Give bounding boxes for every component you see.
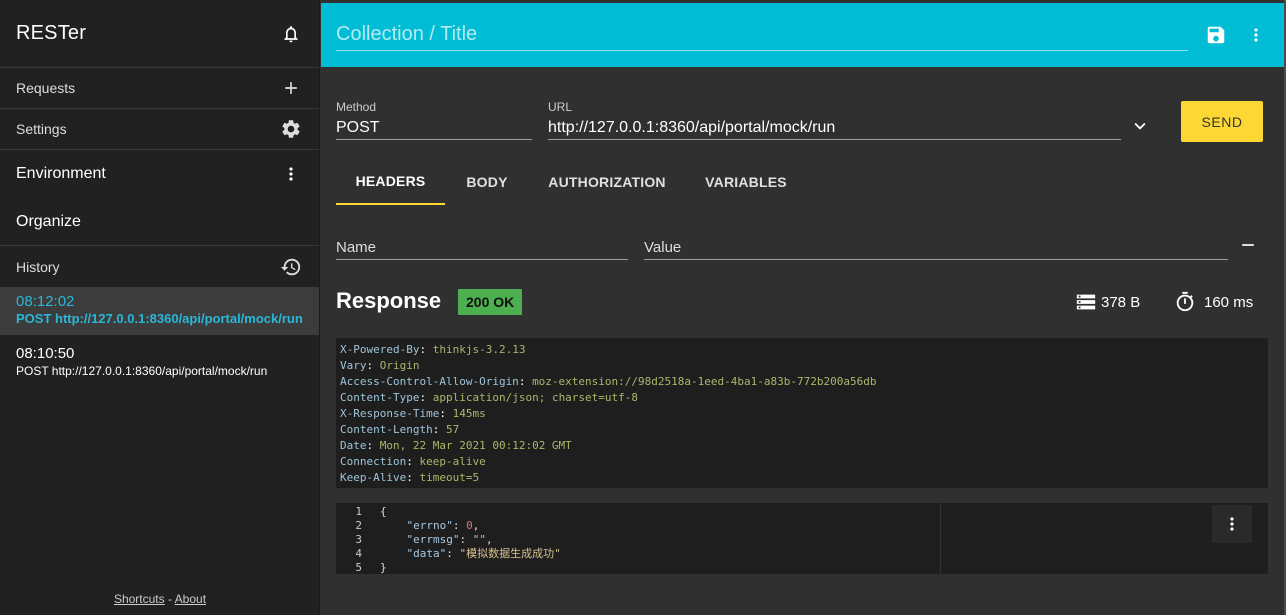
more-vert-icon[interactable] (279, 162, 303, 186)
history-url: POST http://127.0.0.1:8360/api/portal/mo… (16, 311, 303, 326)
sidebar-item-organize[interactable]: Organize (0, 198, 319, 246)
gear-icon[interactable] (279, 117, 303, 141)
add-icon[interactable] (279, 76, 303, 100)
response-headers: X-Powered-By: thinkjs-3.2.13 Vary: Origi… (336, 338, 1268, 488)
body-menu-button[interactable] (1212, 505, 1252, 543)
line-numbers: 1 2 3 4 5 (355, 505, 362, 574)
tab-variables[interactable]: VARIABLES (685, 159, 807, 205)
response-title: Response (336, 288, 442, 313)
method-label: Method (336, 100, 377, 114)
response-size-value: 378 B (1101, 293, 1141, 311)
history-time: 08:12:02 (16, 293, 75, 310)
history-item[interactable]: 08:10:50 POST http://127.0.0.1:8360/api/… (0, 339, 319, 387)
status-badge: 200 OK (458, 289, 523, 315)
response-header-row: Content-Type: application/json; charset=… (340, 391, 639, 404)
requests-label: Requests (16, 80, 76, 96)
header-value-input[interactable] (644, 236, 1228, 260)
response-body-code: { "errno": 0, "errmsg": "", "data": "模拟数… (380, 505, 561, 574)
more-vert-icon (1230, 517, 1234, 531)
more-vert-icon[interactable] (1244, 23, 1268, 47)
settings-label: Settings (16, 121, 67, 137)
chevron-down-icon[interactable] (1128, 114, 1152, 138)
sidebar-header: RESTer (0, 0, 319, 68)
history-time: 08:10:50 (16, 345, 75, 362)
sidebar-footer: Shortcuts - About (0, 592, 320, 606)
about-link[interactable]: About (175, 592, 206, 606)
editor-divider (940, 503, 941, 574)
footer-separator: - (164, 592, 175, 606)
url-input[interactable] (548, 116, 1121, 140)
shortcuts-link[interactable]: Shortcuts (114, 592, 165, 606)
organize-label: Organize (16, 212, 81, 230)
response-header-row: Vary: Origin (340, 359, 420, 372)
response-header-row: Date: Mon, 22 Mar 2021 00:12:02 GMT (340, 439, 572, 452)
sidebar: RESTer Requests Settings Environment Org… (0, 0, 320, 615)
response-header-row: Content-Length: 57 (340, 423, 460, 436)
app-title: RESTer (16, 22, 87, 44)
response-size: 378 B (1075, 291, 1140, 313)
history-icon[interactable] (279, 255, 303, 279)
sidebar-item-settings[interactable]: Settings (0, 109, 319, 150)
response-time: 160 ms (1174, 291, 1253, 313)
sidebar-item-requests[interactable]: Requests (0, 68, 319, 109)
response-header-row: Keep-Alive: timeout=5 (340, 471, 480, 484)
tab-body[interactable]: BODY (445, 159, 529, 205)
send-button[interactable]: SEND (1181, 101, 1263, 142)
timer-icon (1176, 291, 1194, 312)
bell-icon[interactable] (279, 22, 303, 46)
url-label: URL (548, 100, 573, 114)
history-url: POST http://127.0.0.1:8360/api/portal/mo… (16, 364, 268, 378)
sidebar-item-environment[interactable]: Environment (0, 150, 319, 198)
history-label: History (16, 258, 60, 275)
collection-title-input[interactable] (336, 19, 1188, 51)
response-header-row: Connection: keep-alive (340, 455, 486, 468)
header-name-input[interactable] (336, 236, 628, 260)
response-time-value: 160 ms (1204, 293, 1254, 311)
environment-label: Environment (16, 165, 106, 182)
storage-icon (1076, 294, 1096, 310)
history-item[interactable]: 08:12:02 POST http://127.0.0.1:8360/api/… (0, 287, 319, 335)
title-bar (321, 3, 1284, 67)
method-input[interactable] (336, 116, 532, 140)
tab-headers[interactable]: HEADERS (336, 159, 445, 205)
response-header-row: Access-Control-Allow-Origin: moz-extensi… (340, 375, 877, 388)
response-header-row: X-Response-Time: 145ms (340, 407, 486, 420)
response-header-row: X-Powered-By: thinkjs-3.2.13 (340, 343, 526, 356)
save-icon[interactable] (1204, 23, 1228, 47)
remove-icon[interactable] (1236, 233, 1260, 257)
history-header: History (0, 246, 319, 287)
request-tabs: HEADERS BODY AUTHORIZATION VARIABLES (336, 159, 807, 205)
response-body-editor[interactable]: 1 2 3 4 5 { "errno": 0, "errmsg": "", "d… (336, 503, 1268, 574)
tab-authorization[interactable]: AUTHORIZATION (529, 159, 685, 205)
